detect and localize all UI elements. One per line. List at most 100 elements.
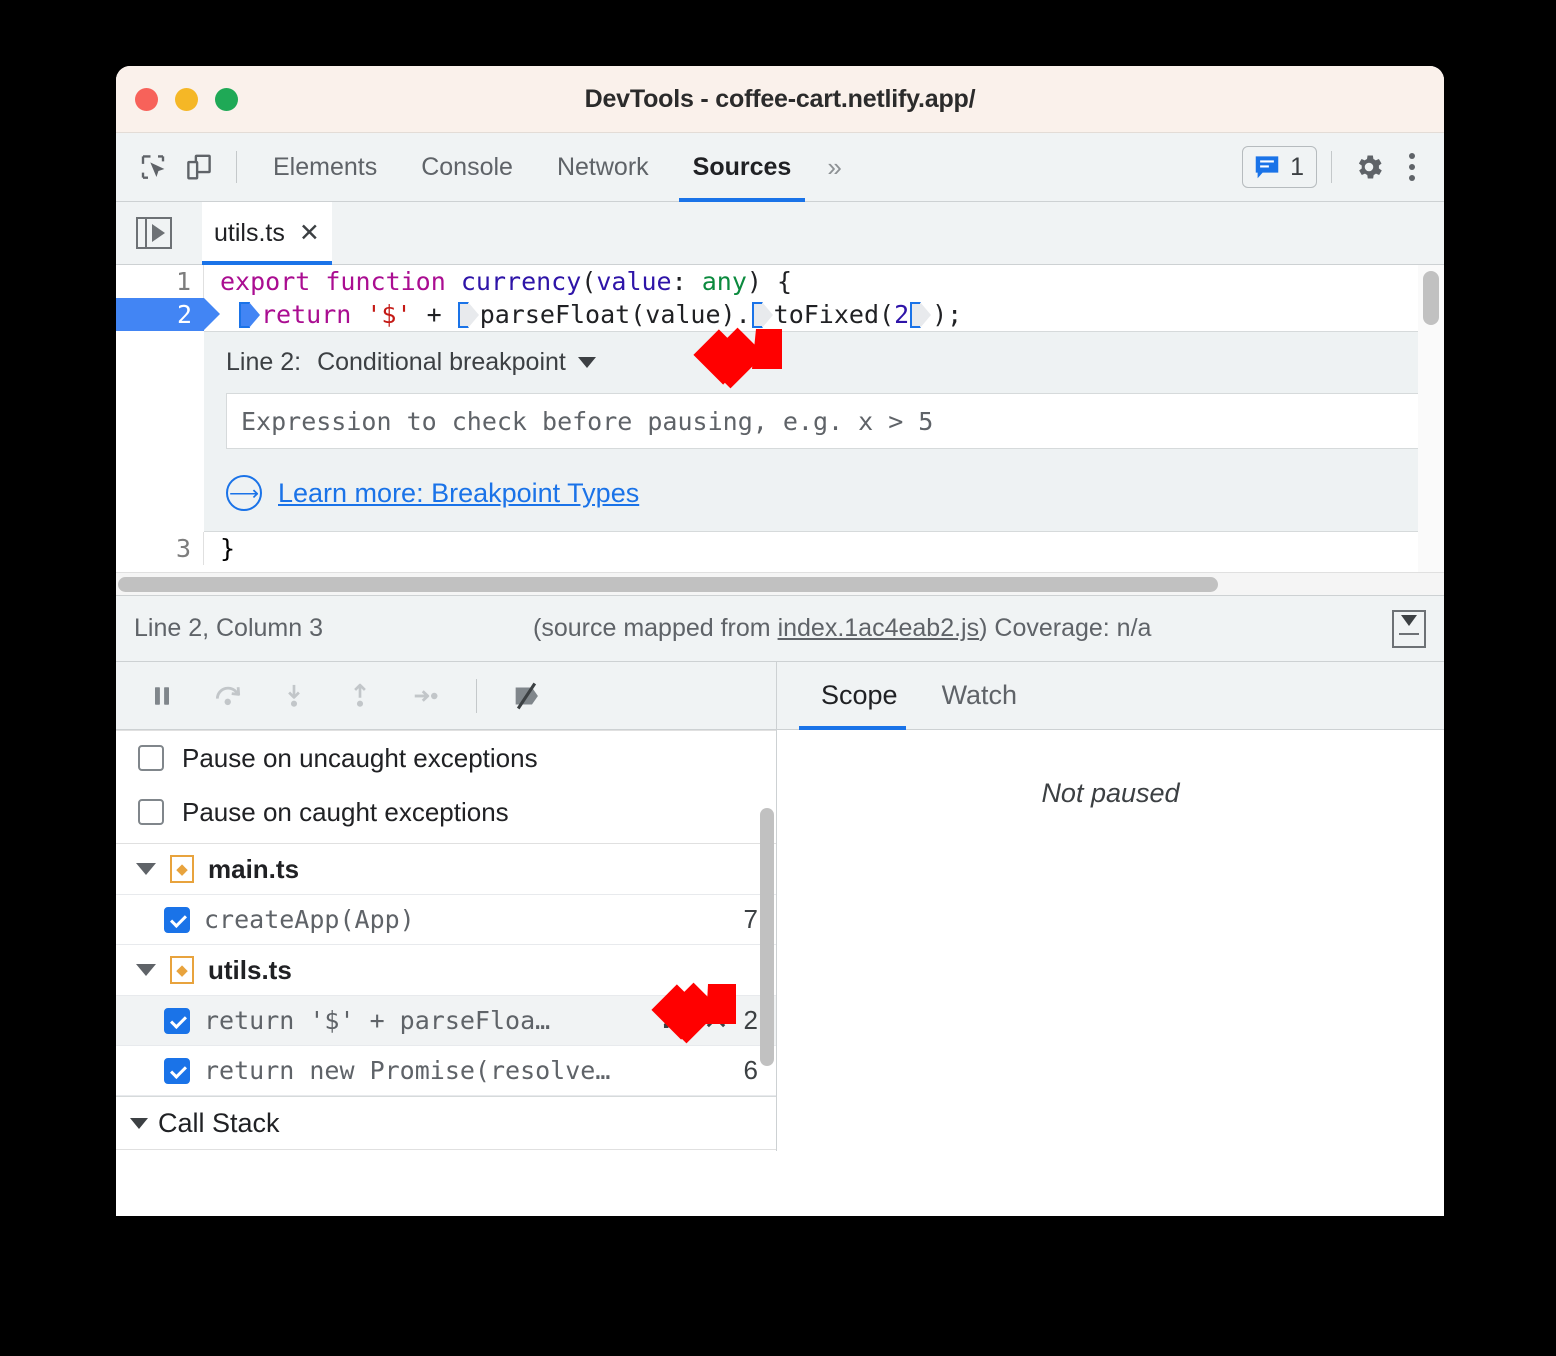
pause-on-uncaught-exceptions-row[interactable]: Pause on uncaught exceptions bbox=[116, 731, 776, 785]
breakpoint-group-utils-ts[interactable]: ◆ utils.ts bbox=[116, 945, 776, 996]
tab-console[interactable]: Console bbox=[399, 133, 535, 201]
remove-icon[interactable] bbox=[702, 1004, 730, 1038]
breakpoint-enabled-checkbox[interactable] bbox=[164, 1007, 190, 1034]
source-map-file-link[interactable]: index.1ac4eab2.js bbox=[778, 614, 980, 642]
step-into-icon[interactable] bbox=[270, 672, 318, 720]
table-row[interactable]: return new Promise(resolve… 6 bbox=[116, 1046, 776, 1096]
conditional-breakpoint-header: Line 2: Conditional breakpoint bbox=[226, 348, 1422, 377]
call-stack-header[interactable]: Call Stack bbox=[116, 1096, 776, 1150]
editor-horizontal-scroll-thumb[interactable] bbox=[118, 577, 1218, 592]
table-row[interactable]: createApp(App) 7 bbox=[116, 895, 776, 945]
device-toolbar-icon[interactable] bbox=[176, 144, 222, 190]
scope-watch-panel: Scope Watch Not paused bbox=[777, 662, 1444, 1151]
table-row[interactable]: return '$' + parseFloa… 2 bbox=[116, 996, 776, 1046]
inspect-element-icon[interactable] bbox=[130, 144, 176, 190]
breakpoint-code-text: return '$' + parseFloa… bbox=[204, 1006, 551, 1035]
inline-breakpoint-marker-end[interactable] bbox=[910, 302, 932, 328]
breakpoints-pane-scrollbar[interactable] bbox=[760, 808, 774, 1066]
chevron-down-icon[interactable] bbox=[130, 1117, 148, 1129]
debugger-toolbar-divider bbox=[476, 678, 477, 713]
editor-vertical-scroll-thumb[interactable] bbox=[1423, 271, 1439, 325]
tab-network[interactable]: Network bbox=[535, 133, 671, 201]
debugger-toolbar bbox=[116, 662, 776, 730]
tab-scope[interactable]: Scope bbox=[799, 662, 920, 730]
breakpoints-pane: Pause on uncaught exceptions Pause on ca… bbox=[116, 730, 776, 1151]
window-title: DevTools - coffee-cart.netlify.app/ bbox=[584, 84, 976, 113]
open-paren: ( bbox=[581, 267, 597, 296]
pause-icon[interactable] bbox=[138, 672, 186, 720]
line1-tail: ) { bbox=[746, 267, 793, 296]
arg-value: value bbox=[645, 300, 721, 329]
code-line-3: 3 } bbox=[116, 532, 1444, 565]
chevron-down-icon[interactable] bbox=[136, 863, 156, 875]
code-line-2: 2 return '$' + parseFloat(value). toFixed… bbox=[116, 298, 1444, 331]
file-tab-label: utils.ts bbox=[214, 218, 285, 247]
gear-icon[interactable] bbox=[1346, 144, 1392, 190]
type-any: any bbox=[701, 267, 747, 296]
tab-sources[interactable]: Sources bbox=[671, 133, 814, 202]
message-bubble-icon bbox=[1255, 156, 1279, 179]
cursor-position: Line 2, Column 3 bbox=[134, 614, 324, 642]
breakpoint-type-selector[interactable]: Conditional breakpoint bbox=[317, 348, 596, 377]
breakpoint-enabled-checkbox[interactable] bbox=[164, 1057, 190, 1084]
file-tab-utils-ts[interactable]: utils.ts ✕ bbox=[202, 202, 332, 265]
chevron-down-icon[interactable] bbox=[136, 964, 156, 976]
call-parsefloat: parseFloat( bbox=[479, 300, 646, 329]
show-navigator-icon[interactable] bbox=[136, 217, 172, 249]
kw-return: return bbox=[261, 300, 352, 329]
breakpoint-group-label: utils.ts bbox=[208, 954, 292, 985]
pause-on-uncaught-exceptions-checkbox[interactable] bbox=[138, 745, 164, 771]
learn-more-row: ⟶ Learn more: Breakpoint Types bbox=[226, 475, 1422, 511]
plus-op: + bbox=[411, 300, 457, 329]
three-dots-vertical-icon[interactable] bbox=[1392, 147, 1432, 187]
call-stack-label: Call Stack bbox=[158, 1107, 280, 1138]
console-messages-button[interactable]: 1 bbox=[1242, 146, 1317, 188]
breakpoint-group-label: main.ts bbox=[208, 853, 300, 884]
breakpoint-enabled-checkbox[interactable] bbox=[164, 906, 190, 933]
param-value: value bbox=[596, 267, 672, 296]
call-stack-empty-text: Not paused bbox=[116, 1150, 776, 1151]
devtools-window: DevTools - coffee-cart.netlify.app/ Elem… bbox=[116, 66, 1444, 1216]
source-tab-strip: utils.ts ✕ bbox=[116, 202, 1444, 265]
condition-expression-input[interactable]: Expression to check before pausing, e.g.… bbox=[226, 393, 1422, 449]
source-map-info: (source mapped from index.1ac4eab2.js) C… bbox=[533, 614, 1151, 643]
code-line-1-text: export function currency(value: any) { bbox=[204, 265, 792, 298]
pause-on-caught-exceptions-checkbox[interactable] bbox=[138, 799, 164, 825]
inline-breakpoint-marker-tofixed[interactable] bbox=[751, 302, 773, 328]
source-map-suffix: ) bbox=[979, 614, 988, 642]
devtools-main-toolbar: Elements Console Network Sources » 1 bbox=[116, 133, 1444, 202]
toolbar-divider-2 bbox=[1331, 151, 1332, 183]
conditional-breakpoint-editor[interactable]: Line 2: Conditional breakpoint Expressio… bbox=[204, 331, 1444, 532]
kw-export: export bbox=[220, 267, 311, 296]
source-file-icon: ◆ bbox=[170, 855, 194, 883]
tab-elements[interactable]: Elements bbox=[251, 133, 399, 201]
chevron-down-icon[interactable] bbox=[577, 357, 596, 368]
editor-vertical-scrollbar[interactable] bbox=[1418, 265, 1444, 573]
code-line-3-text: } bbox=[220, 534, 236, 563]
string-dollar: '$' bbox=[366, 300, 412, 329]
breakpoint-group-main-ts[interactable]: ◆ main.ts bbox=[116, 844, 776, 895]
close-icon[interactable]: ✕ bbox=[299, 218, 320, 248]
line-number-1[interactable]: 1 bbox=[116, 265, 204, 298]
toolbar-right-group: 1 bbox=[1242, 144, 1444, 190]
inline-breakpoint-marker-return[interactable] bbox=[239, 302, 260, 328]
step-icon[interactable] bbox=[402, 672, 450, 720]
cbp-line-label: Line 2: bbox=[226, 348, 302, 376]
learn-more-link[interactable]: Learn more: Breakpoint Types bbox=[278, 478, 639, 509]
code-editor[interactable]: 1 export function currency(value: any) {… bbox=[116, 265, 1444, 595]
line-number-2-with-breakpoint[interactable]: 2 bbox=[116, 298, 220, 331]
editor-horizontal-scrollbar[interactable] bbox=[116, 572, 1444, 595]
step-over-icon[interactable] bbox=[204, 672, 252, 720]
step-out-icon[interactable] bbox=[336, 672, 384, 720]
edit-icon[interactable] bbox=[660, 1004, 688, 1038]
show-drawer-icon[interactable] bbox=[1392, 609, 1426, 648]
console-messages-count: 1 bbox=[1290, 152, 1304, 181]
more-panels-icon[interactable]: » bbox=[813, 152, 855, 183]
tab-watch[interactable]: Watch bbox=[920, 662, 1040, 729]
breakpoint-actions bbox=[660, 1004, 730, 1038]
pause-on-caught-exceptions-row[interactable]: Pause on caught exceptions bbox=[116, 785, 776, 839]
inline-breakpoint-marker-parsefloat[interactable] bbox=[457, 302, 479, 328]
line-number-3[interactable]: 3 bbox=[116, 532, 204, 565]
coverage-info: Coverage: n/a bbox=[994, 614, 1152, 642]
deactivate-breakpoints-icon[interactable] bbox=[503, 672, 551, 720]
